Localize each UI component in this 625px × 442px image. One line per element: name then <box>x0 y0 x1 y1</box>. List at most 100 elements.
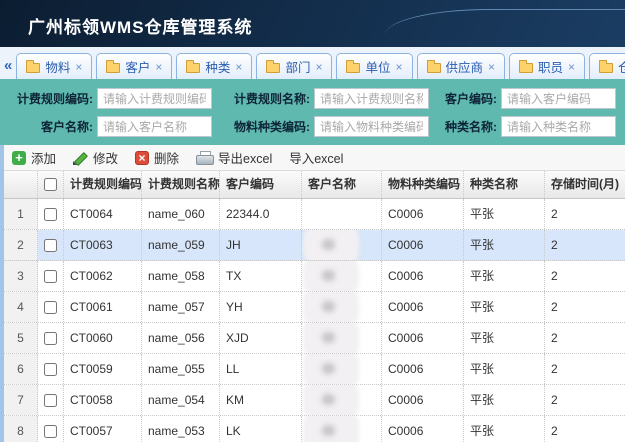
cell-customer-name <box>302 292 382 322</box>
tab[interactable]: 种类 × <box>176 53 252 79</box>
tab[interactable]: 部门 × <box>256 53 332 79</box>
table-row[interactable]: 7 CT0058 name_054 KM C0006 平张 2 <box>4 385 625 416</box>
row-checkbox[interactable] <box>44 270 57 283</box>
cell-material-type-code: C0006 <box>382 385 464 415</box>
cell-rule-code: CT0059 <box>64 354 142 384</box>
tab-close-icon[interactable]: × <box>235 62 242 72</box>
row-checkbox[interactable] <box>44 332 57 345</box>
col-header-rule-code[interactable]: 计费规则编码 <box>64 171 142 198</box>
col-header-rule-name[interactable]: 计费规则名称 <box>142 171 220 198</box>
cell-customer-code: 22344.0 <box>220 199 302 229</box>
cell-rule-name: name_059 <box>142 230 220 260</box>
table-row[interactable]: 3 CT0062 name_058 TX C0006 平张 2 <box>4 261 625 292</box>
cell-rule-code: CT0057 <box>64 416 142 442</box>
filter-field-label: 计费规则编码: <box>5 90 93 107</box>
tab-close-icon[interactable]: × <box>155 62 162 72</box>
tab[interactable]: 单位 × <box>336 53 412 79</box>
row-checkbox[interactable] <box>44 363 57 376</box>
tab-label: 客户 <box>125 57 150 76</box>
tab-close-icon[interactable]: × <box>315 62 322 72</box>
row-checkbox[interactable] <box>44 394 57 407</box>
table-row[interactable]: 6 CT0059 name_055 LL C0006 平张 2 <box>4 354 625 385</box>
cell-type-name: 平张 <box>464 292 545 322</box>
tab-close-icon[interactable]: × <box>488 62 495 72</box>
cell-customer-name <box>302 385 382 415</box>
row-checkbox[interactable] <box>44 425 57 438</box>
table-row[interactable]: 1 CT0064 name_060 22344.0 C0006 平张 <box>4 199 625 230</box>
cell-storage-months: 2 <box>545 199 625 229</box>
row-checkbox[interactable] <box>44 239 57 252</box>
grid-header-row: 计费规则编码 计费规则名称 客户编码 客户名称 物料种类编码 种类名称 存储时间… <box>4 171 625 199</box>
filter-field-label: 客户编码: <box>429 90 497 107</box>
grid-toolbar: 添加 修改 删除 导出excel <box>4 145 625 171</box>
cell-storage-months: 2 <box>545 385 625 415</box>
folder-icon <box>346 63 360 73</box>
toolbar-button[interactable]: 修改 <box>73 148 118 167</box>
row-number: 3 <box>4 261 38 291</box>
col-header-storage-months[interactable]: 存储时间(月) <box>545 171 625 198</box>
toolbar-button[interactable]: 添加 <box>12 148 56 167</box>
tab[interactable]: 物料 × <box>16 53 92 79</box>
select-all-checkbox[interactable] <box>44 178 57 191</box>
redaction-blur <box>304 354 358 384</box>
cell-rule-name: name_054 <box>142 385 220 415</box>
filter-field: 客户名称: <box>5 116 212 137</box>
tab-close-icon[interactable]: × <box>75 62 82 72</box>
collapse-tabs-icon[interactable]: « <box>2 57 16 79</box>
filter-row-2: 客户名称: 物料种类编码: 种类名称: <box>0 116 625 137</box>
toolbar-button[interactable]: 导入excel <box>289 148 343 167</box>
edit-icon <box>73 151 88 165</box>
cell-customer-name <box>302 199 382 229</box>
filter-field-input[interactable] <box>314 116 429 137</box>
cell-customer-name <box>302 230 382 260</box>
tab-label: 供应商 <box>446 57 484 76</box>
folder-icon <box>266 63 280 73</box>
filter-field: 物料种类编码: <box>212 116 429 137</box>
table-row[interactable]: 4 CT0061 name_057 YH C0006 平张 2 <box>4 292 625 323</box>
cell-customer-code: TX <box>220 261 302 291</box>
tab[interactable]: 客户 × <box>96 53 172 79</box>
cell-rule-code: CT0062 <box>64 261 142 291</box>
cell-material-type-code: C0006 <box>382 416 464 442</box>
col-header-customer-code[interactable]: 客户编码 <box>220 171 302 198</box>
col-header-type-name[interactable]: 种类名称 <box>464 171 545 198</box>
toolbar-button[interactable]: 导出excel <box>196 148 272 167</box>
tab-close-icon[interactable]: × <box>568 62 575 72</box>
billing-rules-grid: 计费规则编码 计费规则名称 客户编码 客户名称 物料种类编码 种类名称 存储时间… <box>4 171 625 442</box>
cell-customer-code: LL <box>220 354 302 384</box>
wms-app-window: 广州标领WMS仓库管理系统 « 物料 × 客户 × 种类 × <box>0 0 625 442</box>
filter-field: 种类名称: <box>429 116 616 137</box>
filter-field: 计费规则编码: <box>5 88 212 109</box>
folder-icon <box>519 63 533 73</box>
tab[interactable]: 职员 × <box>509 53 585 79</box>
col-header-customer-name[interactable]: 客户名称 <box>302 171 382 198</box>
page-title: 广州标领WMS仓库管理系统 <box>28 13 253 38</box>
filter-field-input[interactable] <box>501 88 616 109</box>
tab-label: 种类 <box>205 57 230 76</box>
table-row[interactable]: 2 CT0063 name_059 JH C0006 平张 2 <box>4 230 625 261</box>
filter-field-input[interactable] <box>501 116 616 137</box>
filter-field: 客户编码: <box>429 88 616 109</box>
table-row[interactable]: 5 CT0060 name_056 XJD C0006 平张 <box>4 323 625 354</box>
cell-rule-name: name_056 <box>142 323 220 353</box>
tab-label: 仓库 <box>618 57 625 76</box>
tab[interactable]: 仓库 × <box>589 53 625 79</box>
row-checkbox[interactable] <box>44 208 57 221</box>
cell-material-type-code: C0006 <box>382 292 464 322</box>
filter-field-input[interactable] <box>97 116 212 137</box>
row-checkbox[interactable] <box>44 301 57 314</box>
toolbar-button[interactable]: 删除 <box>135 148 179 167</box>
redaction-blur <box>304 261 358 291</box>
filter-field-input[interactable] <box>97 88 212 109</box>
title-bar: 广州标领WMS仓库管理系统 <box>0 0 625 47</box>
cell-customer-name <box>302 354 382 384</box>
tab-close-icon[interactable]: × <box>395 62 402 72</box>
table-row[interactable]: 8 CT0057 name_053 LK C0006 平张 2 <box>4 416 625 442</box>
cell-material-type-code: C0006 <box>382 354 464 384</box>
row-number: 7 <box>4 385 38 415</box>
tab-label: 单位 <box>365 57 390 76</box>
col-header-material-type-code[interactable]: 物料种类编码 <box>382 171 464 198</box>
filter-field-input[interactable] <box>314 88 429 109</box>
cell-type-name: 平张 <box>464 261 545 291</box>
tab[interactable]: 供应商 × <box>417 53 506 79</box>
